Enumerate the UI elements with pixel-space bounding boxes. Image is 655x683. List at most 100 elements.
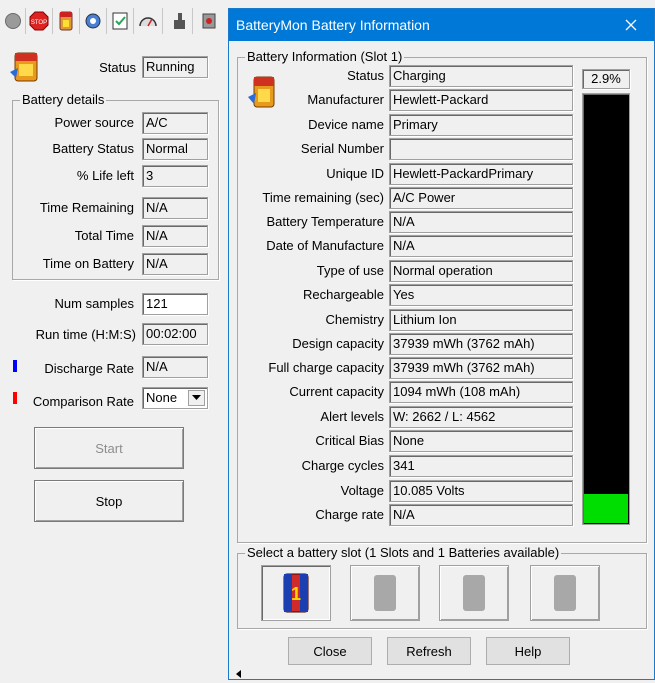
battery-info-group-title: Battery Information (Slot 1) [245, 49, 405, 64]
empty-slot-icon [374, 575, 396, 611]
field-value-type-of-use: Normal operation [389, 260, 573, 282]
record-icon[interactable] [2, 8, 24, 34]
field-value-date-of-manufacture: N/A [389, 235, 573, 257]
slot-2-button[interactable] [350, 565, 420, 621]
time-on-battery-field: N/A [142, 253, 208, 275]
field-label-battery-temperature: Battery Temperature [266, 214, 384, 229]
close-icon[interactable] [608, 9, 654, 41]
battery-icon[interactable] [55, 8, 77, 34]
time-remaining-field: N/A [142, 197, 208, 219]
battery-status-label: Battery Status [52, 141, 134, 156]
stop-button[interactable]: Stop [34, 480, 184, 522]
dialog-title: BatteryMon Battery Information [236, 17, 430, 33]
hand-icon[interactable] [168, 8, 190, 34]
field-value-time-remaining: A/C Power [389, 187, 573, 209]
status-field: Running [142, 56, 208, 78]
dialog-titlebar: BatteryMon Battery Information [229, 9, 654, 41]
svg-text:1: 1 [291, 584, 301, 604]
discharge-color-swatch [13, 360, 17, 372]
num-samples-input[interactable]: 121 [142, 293, 208, 315]
field-value-design-capacity: 37939 mWh (3762 mAh) [389, 333, 573, 355]
close-button[interactable]: Close [288, 637, 372, 665]
field-value-charge-cycles: 341 [389, 455, 573, 477]
empty-slot-icon [554, 575, 576, 611]
scroll-left-icon[interactable] [232, 668, 246, 680]
field-value-chemistry: Lithium Ion [389, 309, 573, 331]
empty-slot-icon [463, 575, 485, 611]
field-label-device-name: Device name [308, 117, 384, 132]
field-value-status: Charging [389, 65, 573, 87]
battery-slot-1-icon: 1 [283, 573, 309, 613]
settings-icon[interactable] [82, 8, 104, 34]
field-label-current-capacity: Current capacity [289, 384, 384, 399]
field-label-voltage: Voltage [340, 483, 384, 498]
comparison-rate-label: Comparison Rate [32, 394, 134, 409]
slot-4-button[interactable] [530, 565, 600, 621]
total-time-label: Total Time [74, 228, 134, 243]
slot-select-group-title: Select a battery slot (1 Slots and 1 Bat… [245, 545, 562, 560]
field-value-full-charge-capacity: 37939 mWh (3762 mAh) [389, 357, 573, 379]
life-left-label: % Life left [76, 168, 134, 183]
field-label-serial-number: Serial Number [300, 141, 384, 156]
life-left-field: 3 [142, 165, 208, 187]
charge-level-fill [584, 494, 628, 523]
field-value-rechargeable: Yes [389, 284, 573, 306]
field-value-manufacturer: Hewlett-Packard [389, 89, 573, 111]
comparison-rate-select[interactable]: None [142, 387, 208, 409]
field-value-alert-levels: W: 2662 / L: 4562 [389, 406, 573, 428]
battery-status-field: Normal [142, 138, 208, 160]
app-battery-icon [8, 48, 44, 84]
run-time-label: Run time (H:M:S) [35, 327, 136, 342]
field-value-serial-number [389, 138, 573, 160]
info-icon[interactable] [198, 8, 220, 34]
field-label-critical-bias: Critical Bias [315, 433, 384, 448]
discharge-rate-label: Discharge Rate [44, 361, 134, 376]
status-label: Status [99, 60, 136, 75]
field-label-charge-rate: Charge rate [315, 507, 384, 522]
battery-info-dialog: BatteryMon Battery Information Battery I… [228, 8, 655, 680]
field-value-critical-bias: None [389, 430, 573, 452]
charge-percent-readout: 2.9% [582, 69, 630, 89]
comparison-color-swatch [13, 392, 17, 404]
stop-icon[interactable]: STOP [28, 8, 50, 34]
discharge-rate-field: N/A [142, 356, 208, 378]
num-samples-label: Num samples [54, 296, 134, 311]
field-label-manufacturer: Manufacturer [307, 92, 384, 107]
help-button[interactable]: Help [486, 637, 570, 665]
svg-text:STOP: STOP [31, 20, 47, 26]
field-value-battery-temperature: N/A [389, 211, 573, 233]
field-label-full-charge-capacity: Full charge capacity [268, 360, 384, 375]
field-label-chemistry: Chemistry [325, 312, 384, 327]
power-source-field: A/C [142, 112, 208, 134]
refresh-button[interactable]: Refresh [387, 637, 471, 665]
field-label-date-of-manufacture: Date of Manufacture [266, 238, 384, 253]
field-label-alert-levels: Alert levels [320, 409, 384, 424]
total-time-field: N/A [142, 225, 208, 247]
field-label-charge-cycles: Charge cycles [301, 458, 384, 473]
time-on-battery-label: Time on Battery [42, 256, 134, 271]
chevron-down-icon[interactable] [188, 390, 205, 406]
time-remaining-label: Time Remaining [39, 200, 134, 215]
field-value-voltage: 10.085 Volts [389, 480, 573, 502]
toolbar: STOP [0, 8, 240, 36]
field-label-rechargeable: Rechargeable [303, 287, 384, 302]
checklist-icon[interactable] [109, 8, 131, 34]
field-label-time-remaining: Time remaining (sec) [262, 190, 384, 205]
field-value-device-name: Primary [389, 114, 573, 136]
field-label-type-of-use: Type of use [316, 263, 384, 278]
field-label-status: Status [347, 68, 384, 83]
field-value-current-capacity: 1094 mWh (108 mAh) [389, 381, 573, 403]
field-value-charge-rate: N/A [389, 504, 573, 526]
gauge-icon[interactable] [137, 8, 159, 34]
run-time-field: 00:02:00 [142, 323, 208, 345]
slot-3-button[interactable] [439, 565, 509, 621]
start-button[interactable]: Start [34, 427, 184, 469]
battery-details-title: Battery details [20, 92, 107, 107]
comparison-rate-value: None [146, 390, 178, 405]
field-label-unique-id: Unique ID [326, 166, 384, 181]
slot-1-button[interactable]: 1 [261, 565, 331, 621]
field-value-unique-id: Hewlett-PackardPrimary [389, 163, 573, 185]
charge-level-bar [582, 93, 630, 525]
field-label-design-capacity: Design capacity [292, 336, 384, 351]
power-source-label: Power source [54, 115, 134, 130]
